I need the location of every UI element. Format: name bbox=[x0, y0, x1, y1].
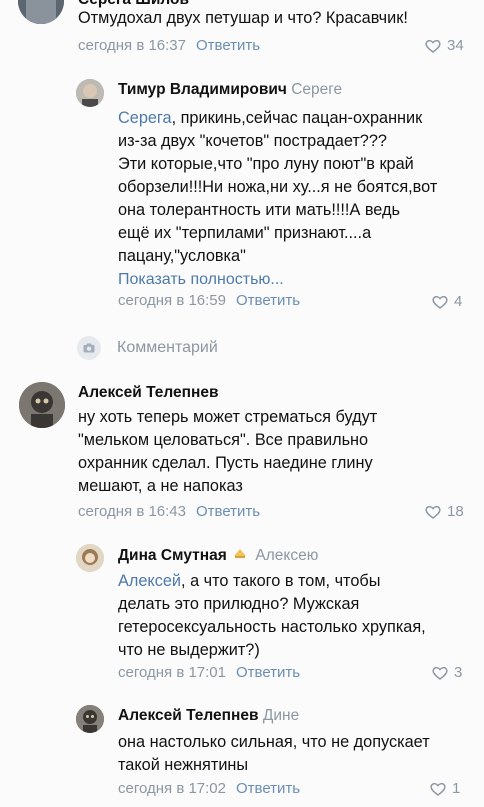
like-count: 1 bbox=[452, 780, 461, 797]
comment-text: Серега, прикинь,сейчас пацан-охранник из… bbox=[118, 107, 437, 291]
text-line: мешают, а не напоказ bbox=[78, 477, 243, 495]
comment-text: Алексей, а что такого в том, чтобы делат… bbox=[118, 570, 426, 662]
text-line: что не выдержит?) bbox=[118, 641, 260, 659]
comment-time: сегодня в 16:43 bbox=[78, 503, 186, 520]
camera-icon bbox=[77, 336, 101, 360]
avatar[interactable] bbox=[76, 544, 104, 572]
like-button[interactable]: 34 bbox=[425, 37, 464, 54]
like-count: 3 bbox=[454, 664, 463, 681]
like-count: 18 bbox=[447, 503, 464, 520]
avatar[interactable] bbox=[19, 382, 65, 428]
comment-author[interactable]: Алексей Телепнев Дине bbox=[118, 707, 299, 725]
heart-icon bbox=[430, 782, 446, 796]
comment-author[interactable]: Дина Смутная Алексею bbox=[118, 546, 318, 566]
reply-to[interactable]: Дине bbox=[263, 707, 299, 724]
like-count: 4 bbox=[454, 293, 463, 310]
text-line: такой нежнятины bbox=[118, 756, 249, 774]
comment-link-row[interactable]: Комментарий bbox=[77, 336, 218, 360]
comment-time: сегодня в 17:02 bbox=[118, 780, 226, 797]
text-line: ещё их "терпилами" признают....а bbox=[118, 224, 372, 242]
comment-text: ну хоть теперь может стрематься будут "м… bbox=[78, 406, 377, 498]
reply-button[interactable]: Ответить bbox=[236, 292, 300, 309]
avatar[interactable] bbox=[76, 79, 104, 107]
text-line: гетеросексуальность настолько хрупкая, bbox=[118, 618, 426, 636]
text-line: из-за двух "кочетов" пострадает??? bbox=[118, 132, 387, 150]
comment-time: сегодня в 16:37 bbox=[78, 37, 186, 54]
text-line: она настолько сильная, что не допускает bbox=[118, 733, 430, 751]
text-line: , прикинь,сейчас пацан-охранник bbox=[171, 109, 423, 127]
show-more-link[interactable]: Показать полностью... bbox=[118, 268, 437, 291]
verified-icon bbox=[233, 546, 247, 564]
mention-link[interactable]: Серега bbox=[118, 109, 172, 127]
author-name[interactable]: Алексей Телепнев bbox=[118, 707, 259, 724]
text-line: Эти которые,что "про луну поют"в край bbox=[118, 155, 414, 173]
text-line: оборзели!!!Ни ножа,ни ху...я не боятся,в… bbox=[118, 178, 438, 196]
comment-meta: сегодня в 17:01 Ответить bbox=[118, 664, 300, 681]
comment-author[interactable]: Тимур Владимирович Сереге bbox=[118, 81, 342, 99]
text-line: охранник сделал. Пусть наедине глину bbox=[78, 454, 373, 472]
like-button[interactable]: 18 bbox=[425, 503, 464, 520]
comment-time: сегодня в 17:01 bbox=[118, 664, 226, 681]
text-line: , а что такого в том, чтобы bbox=[181, 572, 381, 590]
like-button[interactable]: 4 bbox=[432, 293, 462, 310]
like-count: 34 bbox=[447, 37, 464, 54]
author-name[interactable]: Дина Смутная bbox=[118, 547, 227, 564]
text-line: она толерантность ити мать!!!!А ведь bbox=[118, 201, 400, 219]
heart-icon bbox=[432, 295, 448, 309]
reply-button[interactable]: Ответить bbox=[236, 780, 300, 797]
comment-meta: сегодня в 16:59 Ответить bbox=[118, 292, 300, 309]
comment-text: она настолько сильная, что не допускает … bbox=[118, 731, 430, 777]
comment-time: сегодня в 16:59 bbox=[118, 292, 226, 309]
heart-icon bbox=[425, 505, 441, 519]
text-line: ну хоть теперь может стрематься будут bbox=[78, 408, 378, 426]
text-line: пацану,"условка" bbox=[118, 247, 246, 265]
text-line: делать это прилюдно? Мужская bbox=[118, 595, 360, 613]
comment-text: Отмудохал двух петушар и что? Красавчик! bbox=[78, 9, 408, 27]
comment-meta: сегодня в 16:43 Ответить bbox=[78, 503, 260, 520]
comment-link[interactable]: Комментарий bbox=[117, 339, 218, 357]
heart-icon bbox=[432, 666, 448, 680]
reply-button[interactable]: Ответить bbox=[196, 503, 260, 520]
avatar[interactable] bbox=[18, 0, 64, 24]
reply-to[interactable]: Алексею bbox=[255, 547, 318, 564]
reply-to[interactable]: Сереге bbox=[291, 81, 342, 98]
comment-meta: сегодня в 16:37 Ответить bbox=[78, 37, 260, 54]
heart-icon bbox=[425, 39, 441, 53]
avatar[interactable] bbox=[76, 705, 104, 733]
like-button[interactable]: 1 bbox=[430, 780, 460, 797]
reply-button[interactable]: Ответить bbox=[236, 664, 300, 681]
comment-meta: сегодня в 17:02 Ответить bbox=[118, 780, 300, 797]
mention-link[interactable]: Алексей bbox=[118, 572, 181, 590]
author-name[interactable]: Тимур Владимирович bbox=[118, 81, 287, 98]
like-button[interactable]: 3 bbox=[432, 664, 462, 681]
text-line: "мельком целоваться". Все правильно bbox=[78, 431, 369, 449]
reply-button[interactable]: Ответить bbox=[196, 37, 260, 54]
comment-author[interactable]: Алексей Телепнев bbox=[78, 384, 219, 402]
